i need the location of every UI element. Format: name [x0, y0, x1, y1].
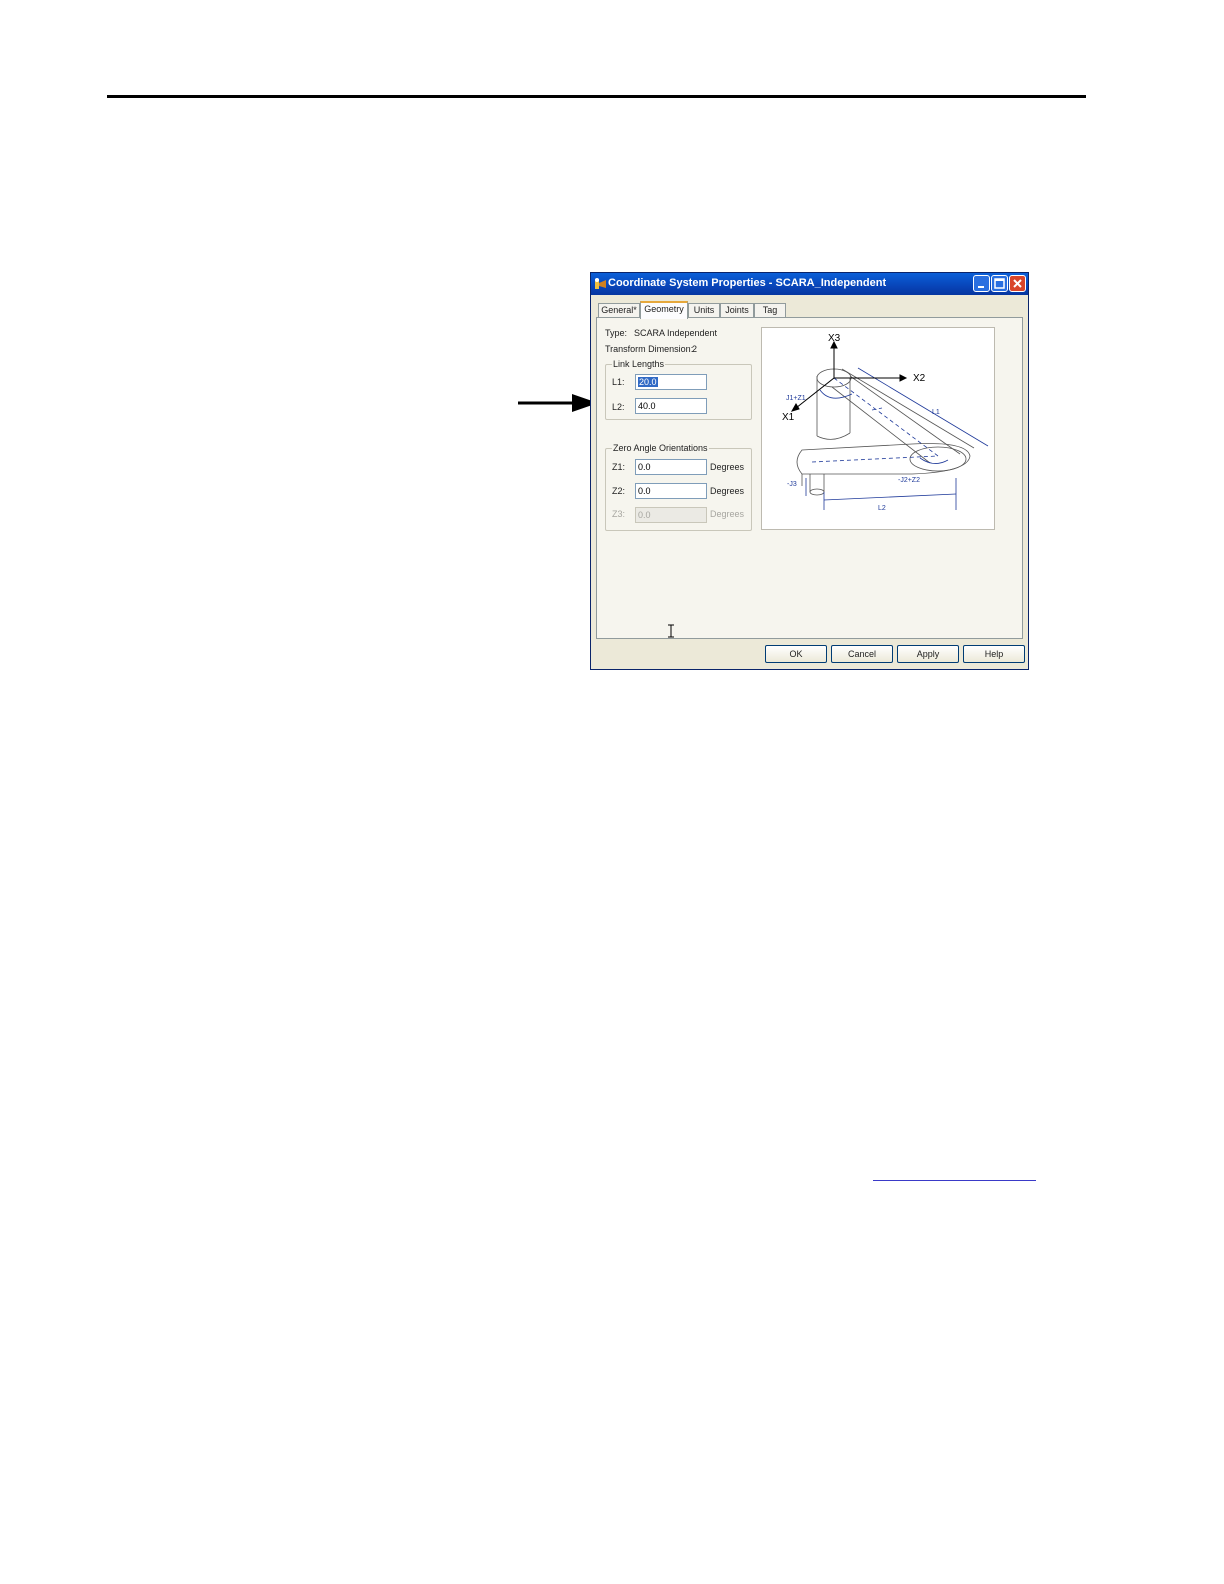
l1-label: L1:	[612, 377, 625, 387]
coordinate-system-properties-dialog: Coordinate System Properties - SCARA_Ind…	[590, 272, 1029, 670]
transform-dimension-label: Transform Dimension:	[605, 344, 694, 354]
diagram-l1-label: L1	[932, 409, 940, 416]
diagram-j1z1-label: J1+Z1	[786, 395, 806, 402]
transform-dimension-value: 2	[692, 344, 698, 354]
cancel-button[interactable]: Cancel	[831, 645, 893, 663]
link-lengths-group: Link Lengths L1: 20.0 L2: 40.0	[605, 359, 752, 420]
maximize-button[interactable]	[991, 275, 1008, 292]
z3-input: 0.0	[635, 507, 707, 523]
hyperlink-underline[interactable]	[873, 1180, 1036, 1181]
z2-label: Z2:	[612, 486, 626, 496]
maximize-icon	[994, 278, 1005, 289]
ok-button[interactable]: OK	[765, 645, 827, 663]
diagram-x2-label: X2	[913, 373, 926, 384]
scara-diagram: X3 X2 X1 J1+Z1 L1 -J2+Z2 -J3 L2	[761, 327, 995, 530]
z1-input[interactable]: 0.0	[635, 459, 707, 475]
diagram-j3-label: -J3	[787, 481, 797, 488]
app-icon	[595, 278, 606, 289]
diagram-x3-label: X3	[828, 333, 841, 344]
page-header-rule	[107, 95, 1086, 98]
text-cursor-icon	[668, 624, 674, 638]
zero-angle-orientations-group: Zero Angle Orientations Z1: 0.0 Degrees …	[605, 443, 752, 531]
minimize-button[interactable]	[973, 275, 990, 292]
close-icon	[1013, 279, 1022, 288]
link-lengths-title: Link Lengths	[612, 359, 666, 369]
diagram-l2-label: L2	[878, 505, 886, 512]
l1-value: 20.0	[638, 377, 658, 387]
diagram-x1-label: X1	[782, 412, 795, 423]
help-button[interactable]: Help	[963, 645, 1025, 663]
window-title: Coordinate System Properties - SCARA_Ind…	[608, 277, 887, 289]
apply-button[interactable]: Apply	[897, 645, 959, 663]
tab-general[interactable]: General*	[598, 303, 640, 318]
z3-unit: Degrees	[710, 509, 745, 519]
geometry-panel: Type: SCARA Independent Transform Dimens…	[596, 317, 1023, 639]
tab-tag[interactable]: Tag	[754, 303, 786, 318]
tab-units[interactable]: Units	[688, 303, 720, 318]
tab-joints[interactable]: Joints	[720, 303, 754, 318]
z2-unit: Degrees	[710, 486, 745, 496]
minimize-icon	[978, 286, 984, 288]
diagram-j2z2-label: -J2+Z2	[898, 477, 920, 484]
z3-label: Z3:	[612, 509, 626, 519]
l2-input[interactable]: 40.0	[635, 398, 707, 414]
z2-input[interactable]: 0.0	[635, 483, 707, 499]
l1-input[interactable]: 20.0	[635, 374, 707, 390]
z1-unit: Degrees	[710, 462, 745, 472]
scara-arm-drawing: X3 X2 X1 J1+Z1 L1 -J2+Z2 -J3 L2	[782, 333, 989, 512]
zero-angle-title: Zero Angle Orientations	[612, 443, 709, 453]
title-bar[interactable]: Coordinate System Properties - SCARA_Ind…	[591, 273, 1028, 295]
type-label: Type:	[605, 328, 628, 338]
close-button[interactable]	[1009, 275, 1026, 292]
tab-geometry[interactable]: Geometry	[640, 301, 688, 319]
l2-label: L2:	[612, 402, 625, 412]
callout-arrow-icon	[518, 394, 598, 412]
z1-label: Z1:	[612, 462, 626, 472]
type-value: SCARA Independent	[634, 328, 718, 338]
